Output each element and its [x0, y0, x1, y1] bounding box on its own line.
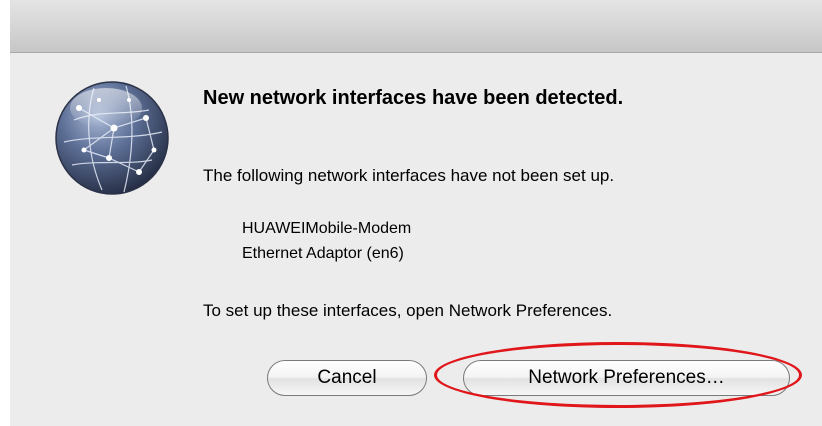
interface-item: Ethernet Adaptor (en6) — [242, 245, 404, 262]
network-alert-dialog: New network interfaces have been detecte… — [10, 0, 822, 426]
network-preferences-button[interactable]: Network Preferences… — [463, 360, 790, 396]
dialog-title: New network interfaces have been detecte… — [203, 87, 624, 109]
dialog-instructions: To set up these interfaces, open Network… — [203, 301, 613, 320]
cancel-button[interactable]: Cancel — [267, 360, 427, 396]
interface-item: HUAWEIMobile-Modem — [242, 220, 412, 237]
screenshot-canvas: New network interfaces have been detecte… — [0, 0, 822, 426]
window-titlebar[interactable] — [10, 0, 822, 53]
dialog-message: The following network interfaces have no… — [203, 166, 615, 185]
interface-list: HUAWEIMobile-Modem Ethernet Adaptor (en6… — [242, 216, 411, 266]
network-globe-icon — [55, 81, 169, 195]
